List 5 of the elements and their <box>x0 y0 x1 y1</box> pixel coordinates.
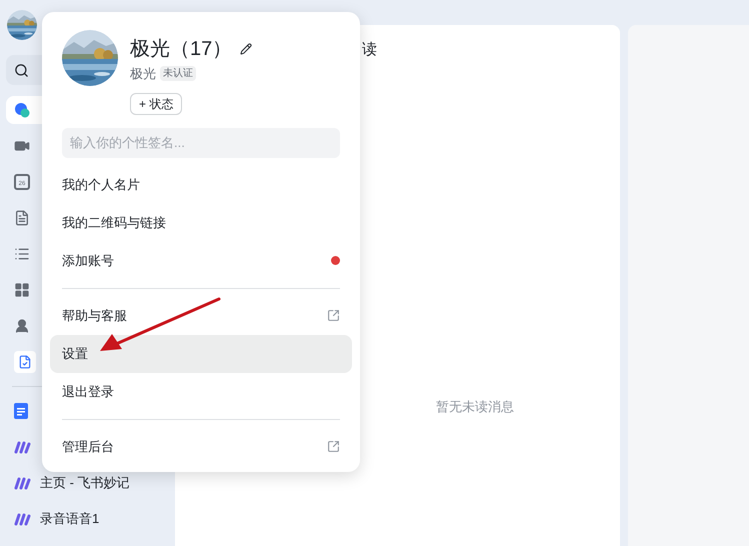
panel-title: 读 <box>361 40 378 60</box>
username: 极光 <box>130 65 156 83</box>
profile-name: 极光（17） <box>130 37 232 62</box>
verification-badge: 未认证 <box>160 66 196 82</box>
empty-message: 暂无未读消息 <box>436 398 514 416</box>
